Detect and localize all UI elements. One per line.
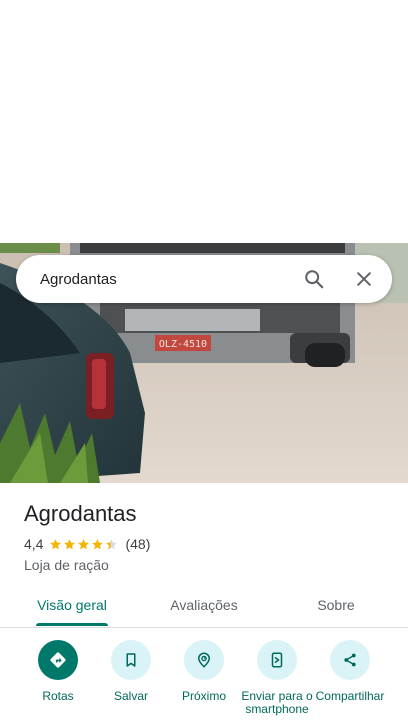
tab-reviews[interactable]: Avaliações — [156, 587, 252, 627]
bookmark-icon — [111, 640, 151, 680]
place-title: Agrodantas — [24, 501, 137, 526]
star-icon — [50, 538, 62, 549]
action-buttons: Rotas Salvar Próximo Enviar para o smart… — [0, 640, 408, 726]
license-plate-text: OLZ-4510 — [159, 339, 207, 350]
share-icon — [330, 640, 370, 680]
close-icon[interactable] — [350, 265, 378, 293]
active-tab-indicator — [36, 623, 108, 626]
tab-overview[interactable]: Visão geral — [24, 587, 120, 627]
tab-about[interactable]: Sobre — [290, 587, 382, 627]
save-label: Salvar — [113, 689, 148, 703]
send-to-phone-icon — [257, 640, 297, 680]
rating-row[interactable]: 4,4 (48) — [24, 536, 150, 552]
share-button[interactable]: Compartilhar — [310, 640, 390, 703]
star-icon — [92, 538, 104, 549]
rating-stars — [49, 538, 119, 551]
star-icon — [106, 538, 118, 549]
share-label: Compartilhar — [315, 689, 385, 703]
nearby-icon — [184, 640, 224, 680]
nearby-button[interactable]: Próximo — [164, 640, 244, 703]
star-icon — [64, 538, 76, 549]
save-button[interactable]: Salvar — [91, 640, 171, 703]
search-bar[interactable]: Agrodantas — [16, 255, 392, 303]
send-to-phone-label: Enviar para o smartphone — [241, 689, 313, 716]
send-to-phone-button[interactable]: Enviar para o smartphone — [237, 640, 317, 716]
rating-value: 4,4 — [24, 536, 44, 552]
review-count[interactable]: (48) — [125, 536, 150, 552]
directions-icon — [38, 640, 78, 680]
directions-button[interactable]: Rotas — [18, 640, 98, 703]
search-input[interactable]: Agrodantas — [40, 271, 300, 288]
star-icon — [78, 538, 90, 549]
nearby-label: Próximo — [181, 689, 226, 703]
tab-bar: Visão geral Avaliações Sobre — [0, 587, 408, 628]
place-category[interactable]: Loja de ração — [24, 557, 109, 573]
search-icon[interactable] — [300, 265, 328, 293]
directions-label: Rotas — [42, 689, 74, 703]
